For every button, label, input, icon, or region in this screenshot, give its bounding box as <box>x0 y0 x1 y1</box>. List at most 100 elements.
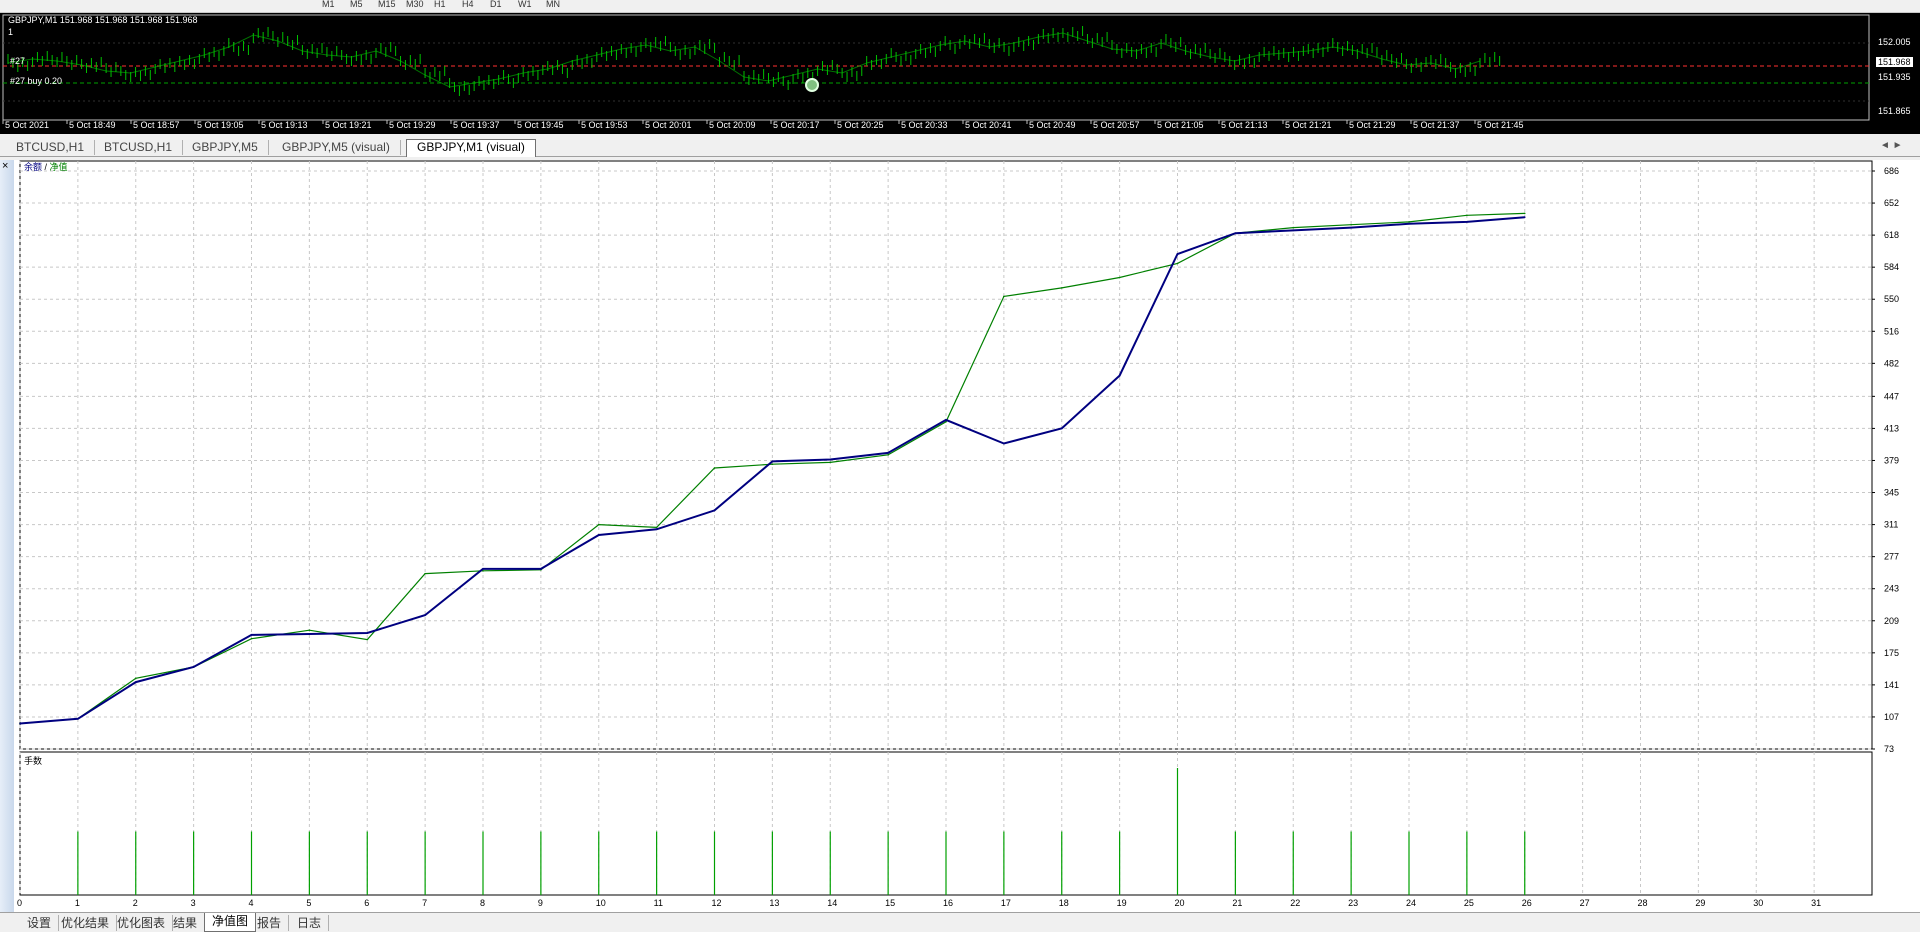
chart-tab[interactable]: GBPJPY,M5 (visual) <box>272 140 401 155</box>
balance-point <box>424 614 426 616</box>
top-toolbar: M1 M5 M15 M30 H1 H4 D1 W1 MN <box>0 0 1920 13</box>
balance-point <box>771 460 774 463</box>
time-axis-label: 5 Oct 19:05 <box>197 120 244 130</box>
balance-point <box>1118 374 1121 377</box>
x-tick-label: 9 <box>538 898 543 908</box>
time-axis-label: 5 Oct 2021 <box>5 120 49 130</box>
time-axis-label: 5 Oct 20:17 <box>773 120 820 130</box>
chart-tab[interactable]: BTCUSD,H1 <box>94 140 184 155</box>
balance-point <box>655 528 658 531</box>
balance-point <box>540 568 542 570</box>
equity-point <box>829 461 832 464</box>
x-tick-label: 16 <box>943 898 953 908</box>
chart-tab[interactable]: GBPJPY,M1 (visual) <box>406 139 536 157</box>
balance-point <box>1350 226 1352 229</box>
equity-point <box>1292 226 1295 229</box>
x-tick-label: 8 <box>480 898 485 908</box>
time-axis-label: 5 Oct 20:49 <box>1029 120 1076 130</box>
indicator-value: 1 <box>8 27 14 37</box>
y-tick-label: 482 <box>1884 358 1899 368</box>
volume-panel-label: 手数 <box>24 755 42 766</box>
y-tick-label: 550 <box>1884 294 1899 304</box>
equity-graph-canvas: 6866526185845505164824474133793453112772… <box>17 160 1899 908</box>
equity-point <box>1118 276 1121 279</box>
trade-marker-icon <box>805 78 819 92</box>
time-axis-label: 5 Oct 20:01 <box>645 120 692 130</box>
price-chart-canvas[interactable]: 5 Oct 2021 5 Oct 18:49 5 Oct 18:57 5 Oct 19… <box>0 13 1874 134</box>
balance-point <box>1523 216 1526 219</box>
y-tick-label: 618 <box>1884 230 1899 240</box>
chart-tab[interactable]: GBPJPY,M5 <box>182 140 269 155</box>
period-button-m1[interactable]: M1 <box>322 0 335 9</box>
tester-tab[interactable]: 优化结果 <box>54 915 118 931</box>
y-tick-label: 413 <box>1884 423 1899 433</box>
period-button-h4[interactable]: H4 <box>462 0 474 9</box>
time-axis-label: 5 Oct 20:09 <box>709 120 756 130</box>
x-tick-label: 31 <box>1811 898 1821 908</box>
equity-point <box>366 638 369 641</box>
tester-tab[interactable]: 净值图 <box>204 913 257 932</box>
equity-point <box>1523 212 1526 215</box>
x-tick-label: 26 <box>1522 898 1532 908</box>
x-tick-label: 11 <box>654 898 663 908</box>
y-tick-label: 107 <box>1884 712 1899 722</box>
x-tick-label: 21 <box>1232 898 1242 908</box>
x-tick-label: 1 <box>75 898 80 908</box>
period-button-w1[interactable]: W1 <box>518 0 532 9</box>
period-button-m15[interactable]: M15 <box>378 0 396 9</box>
balance-point <box>134 681 137 683</box>
equity-point <box>1060 287 1063 289</box>
tester-tab[interactable]: 报告 <box>250 915 290 931</box>
y-tick-label: 686 <box>1884 166 1899 176</box>
balance-point <box>1003 442 1005 445</box>
time-axis-label: 5 Oct 21:37 <box>1413 120 1460 130</box>
x-tick-label: 0 <box>17 898 22 908</box>
x-tick-label: 29 <box>1695 898 1705 908</box>
period-button-m30[interactable]: M30 <box>406 0 424 9</box>
chart-tab[interactable]: BTCUSD,H1 <box>6 140 96 155</box>
equity-point <box>713 467 716 469</box>
price-level: 151.865 <box>1878 106 1911 116</box>
x-tick-label: 12 <box>712 898 722 908</box>
time-axis-label: 5 Oct 21:21 <box>1285 120 1332 130</box>
equity-point <box>887 454 889 456</box>
price-level: 152.005 <box>1878 37 1911 47</box>
order-buy-label: #27 buy 0.20 <box>10 76 63 86</box>
balance-point <box>1408 223 1410 225</box>
x-tick-label: 22 <box>1290 898 1300 908</box>
y-tick-label: 141 <box>1884 680 1899 690</box>
balance-point <box>19 722 21 725</box>
balance-point <box>597 534 600 536</box>
price-chart[interactable]: 5 Oct 2021 5 Oct 18:49 5 Oct 18:57 5 Oct 19… <box>0 13 1874 134</box>
x-tick-label: 23 <box>1348 898 1358 908</box>
balance-point <box>829 458 832 461</box>
close-icon[interactable]: × <box>2 160 8 172</box>
tester-tab[interactable]: 优化图表 <box>110 915 174 931</box>
tester-tab[interactable]: 日志 <box>290 915 330 931</box>
y-tick-label: 345 <box>1884 488 1899 498</box>
equity-point <box>655 526 658 529</box>
period-button-h1[interactable]: H1 <box>434 0 446 9</box>
tester-tab[interactable]: 结果 <box>166 915 206 931</box>
period-button-m5[interactable]: M5 <box>350 0 363 9</box>
period-button-mn[interactable]: MN <box>546 0 560 9</box>
equity-point <box>771 463 774 466</box>
tester-tabs-bar: 设置 优化结果 优化图表 结果 净值图 报告 日志 <box>0 912 1920 932</box>
price-chart-title: GBPJPY,M1 151.968 151.968 151.968 151.96… <box>8 15 198 25</box>
equity-point <box>308 629 311 631</box>
period-button-d1[interactable]: D1 <box>490 0 502 9</box>
time-axis-label: 5 Oct 20:41 <box>965 120 1012 130</box>
x-tick-label: 20 <box>1175 898 1185 908</box>
balance-point <box>192 666 195 668</box>
x-tick-label: 24 <box>1406 898 1416 908</box>
tab-scroll-arrows[interactable]: ◄ ► <box>1880 140 1906 151</box>
equity-point <box>597 523 600 526</box>
equity-point <box>1176 262 1179 265</box>
x-tick-label: 19 <box>1117 898 1127 908</box>
balance-point <box>366 632 369 634</box>
price-chart-frame <box>2 14 1870 121</box>
x-tick-label: 10 <box>596 898 606 908</box>
equity-graph: 686 652 618 584 550 516 482 447 413 379 345 311 277 2… <box>14 160 1920 915</box>
balance-point <box>1176 253 1179 255</box>
time-axis-label: 5 Oct 21:05 <box>1157 120 1204 130</box>
